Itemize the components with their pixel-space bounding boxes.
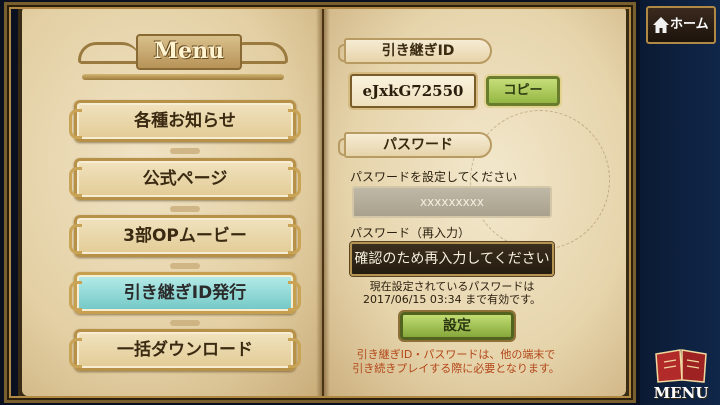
menu-item-label: 引き継ぎID発行 [123,283,247,303]
menu-divider [170,148,200,154]
menu-banner: Menu [78,22,288,80]
menu-item-transfer-id[interactable]: 引き継ぎID発行 [69,272,301,314]
menu-item-op-movie[interactable]: 3部OPムービー [69,215,301,257]
book-icon [655,349,707,383]
banner-ornament-left [78,42,140,64]
menu-divider [170,206,200,212]
menu-item-label: 3部OPムービー [123,226,247,246]
menu-divider [170,263,200,269]
confirm-password-field[interactable]: 確認のため再入力してください [350,242,554,276]
menu-label: MENU [653,384,709,402]
transfer-id-heading: 引き継ぎID [338,38,492,64]
menu-item-news[interactable]: 各種お知らせ [69,100,301,142]
expiry-line-1: 現在設定されているパスワードは [369,280,535,293]
password-expiry-info: 現在設定されているパスワードは 2017/06/15 03:34 まで有効です。 [350,280,554,306]
menu-button[interactable]: MENU [646,344,716,404]
note-line-2: 引き続きプレイする際に必要となります。 [352,362,560,375]
menu-item-bulk-download[interactable]: 一括ダウンロード [69,329,301,371]
banner-bar [82,74,284,80]
home-label: ホーム [670,17,709,32]
password-hint: パスワードを設定してください [350,170,518,184]
menu-title: Menu [153,38,225,64]
password-heading: パスワード [338,132,492,158]
note-line-1: 引き継ぎID・パスワードは、他の端末で [356,348,556,361]
expiry-line-2: 2017/06/15 03:34 まで有効です。 [363,293,541,306]
home-button[interactable]: ホーム [646,6,716,44]
set-button[interactable]: 設定 [400,312,514,340]
transfer-note: 引き継ぎID・パスワードは、他の端末で 引き続きプレイする際に必要となります。 [350,348,562,376]
home-icon [653,17,669,33]
confirm-password-label: パスワード（再入力） [350,226,471,240]
menu-item-official-page[interactable]: 公式ページ [69,158,301,200]
copy-button[interactable]: コピー [486,76,560,106]
menu-item-label: 各種お知らせ [134,111,236,131]
menu-divider [170,320,200,326]
transfer-id-value: eJxkG72550 [350,74,476,108]
menu-item-label: 公式ページ [142,169,228,189]
menu-item-label: 一括ダウンロード [117,340,253,360]
password-field[interactable]: xxxxxxxxx [352,186,552,218]
